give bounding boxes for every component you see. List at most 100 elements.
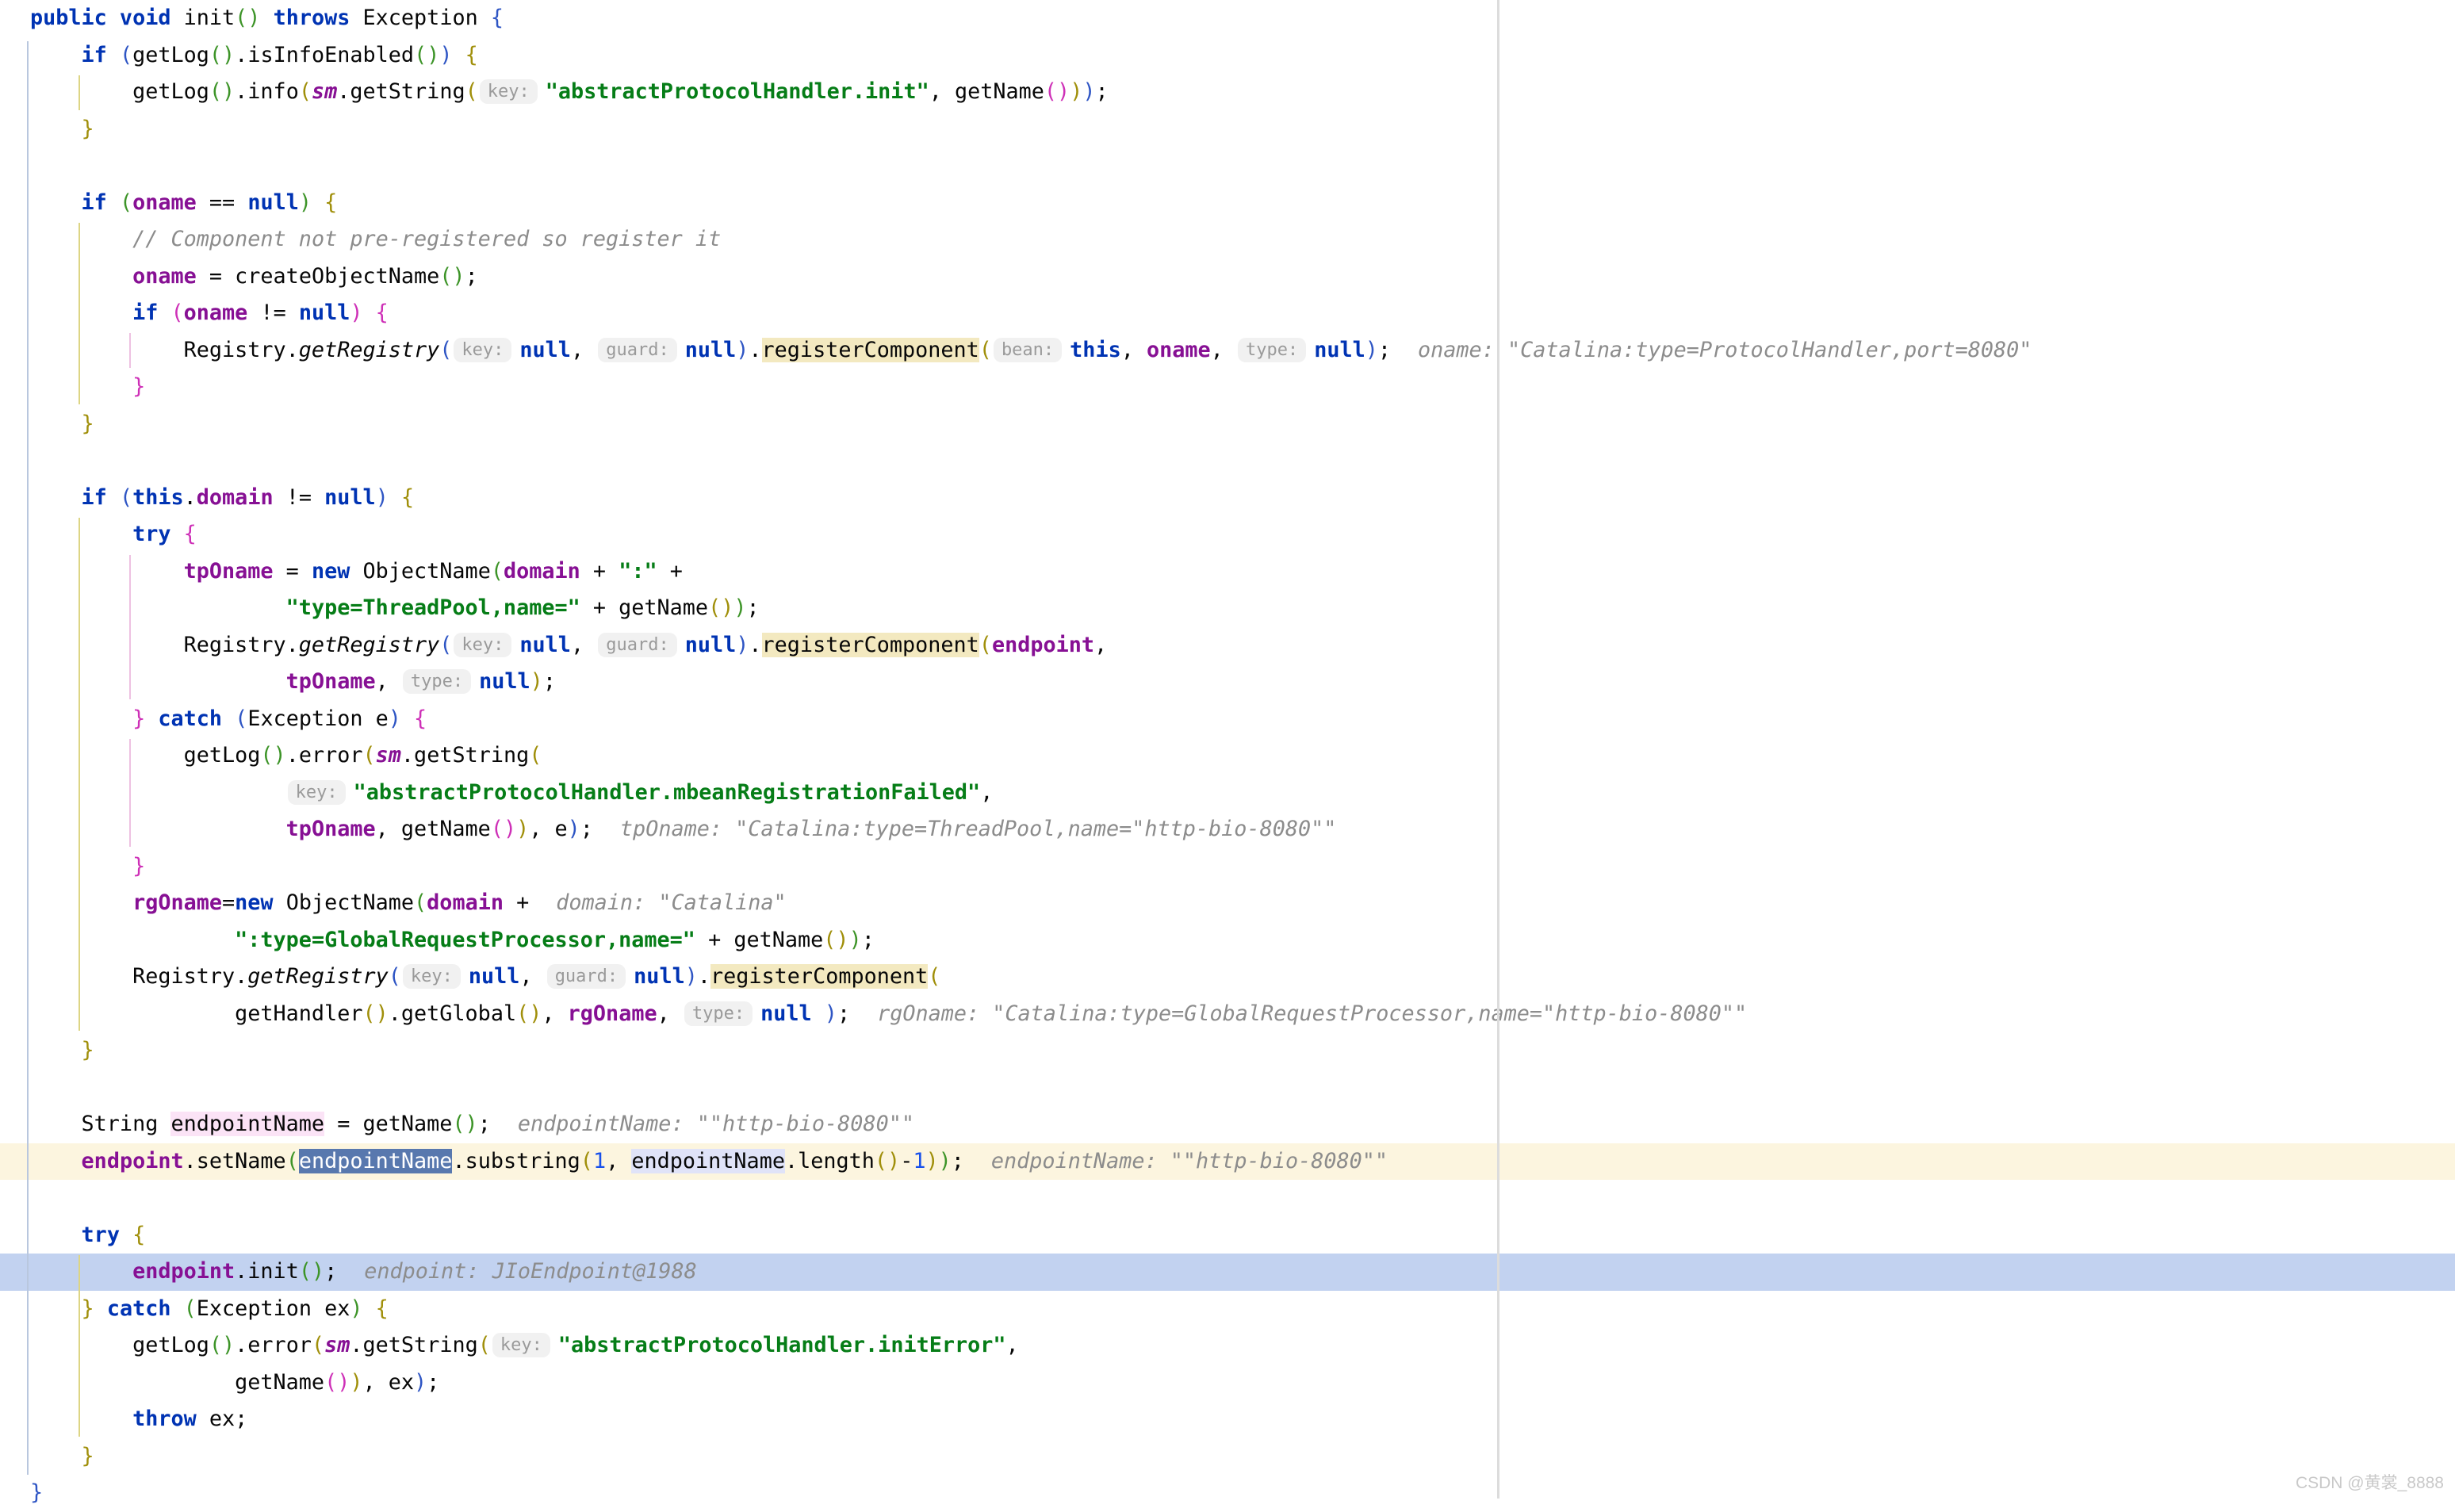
field-token: endpoint — [82, 1149, 184, 1173]
code-line-20[interactable]: } catch (Exception e) { — [0, 701, 2455, 738]
field-token: oname — [132, 190, 197, 215]
code-token: + — [504, 890, 529, 915]
code-line-2[interactable]: if (getLog().isInfoEnabled()) { — [0, 37, 2455, 75]
number-token: 1 — [913, 1149, 925, 1173]
code-line-15[interactable]: try { — [0, 516, 2455, 553]
bracket-token: () — [414, 43, 439, 67]
code-token — [30, 706, 132, 731]
code-token: ; — [1378, 338, 1391, 362]
bracket-token: ) — [350, 300, 362, 325]
bracket-token: () — [260, 743, 285, 767]
bracket-token: ) — [439, 43, 452, 67]
code-line-22[interactable]: key:"abstractProtocolHandler.mbeanRegist… — [0, 775, 2455, 812]
code-line-30[interactable] — [0, 1070, 2455, 1107]
code-token — [30, 1038, 82, 1062]
code-line-11[interactable]: } — [0, 369, 2455, 406]
code-area[interactable]: public void init() throws Exception { if… — [0, 0, 2455, 1512]
code-token — [30, 1296, 82, 1321]
bracket-token: { — [312, 190, 337, 215]
bracket-token: ( — [120, 190, 132, 215]
code-line-35[interactable]: endpoint.init();endpoint: JIoEndpoint@19… — [0, 1254, 2455, 1291]
code-token: getLog — [30, 79, 209, 104]
bracket-token: () — [1044, 79, 1070, 104]
code-token — [30, 928, 235, 952]
code-token: , — [376, 669, 401, 694]
bracket-token: () — [823, 928, 848, 952]
bracket-token: ) — [685, 964, 698, 989]
code-line-18[interactable]: Registry.getRegistry(key:null, guard:nul… — [0, 627, 2455, 664]
keyword-token: null — [685, 338, 737, 362]
bracket-token: ( — [299, 79, 312, 104]
code-line-13[interactable] — [0, 442, 2455, 480]
code-line-34[interactable]: try { — [0, 1217, 2455, 1254]
code-line-31[interactable]: String endpointName = getName();endpoint… — [0, 1106, 2455, 1143]
string-token: ":type=GlobalRequestProcessor,name=" — [235, 928, 695, 952]
code-line-4[interactable]: } — [0, 111, 2455, 148]
code-line-19[interactable]: tpOname, type:null); — [0, 664, 2455, 701]
code-token: .setName — [184, 1149, 286, 1173]
code-token — [30, 411, 82, 436]
code-line-33[interactable] — [0, 1180, 2455, 1217]
bracket-token: ) — [825, 1001, 837, 1026]
code-token: == — [197, 190, 248, 215]
code-line-39[interactable]: throw ex; — [0, 1401, 2455, 1438]
usage-highlight-identifier: registerComponent — [762, 338, 979, 362]
code-line-27[interactable]: Registry.getRegistry(key:null, guard:nul… — [0, 959, 2455, 996]
code-line-10[interactable]: Registry.getRegistry(key:null, guard:nul… — [0, 332, 2455, 369]
bracket-token: ( — [414, 890, 427, 915]
code-line-26[interactable]: ":type=GlobalRequestProcessor,name=" + g… — [0, 922, 2455, 959]
bracket-token: () — [235, 6, 260, 30]
bracket-token: ) — [376, 485, 389, 510]
code-line-3[interactable]: getLog().info(sm.getString(key:"abstract… — [0, 74, 2455, 111]
code-line-6[interactable]: if (oname == null) { — [0, 185, 2455, 222]
code-token: Exception — [363, 6, 491, 30]
code-line-41[interactable]: } — [0, 1475, 2455, 1512]
code-line-16[interactable]: tpOname = new ObjectName(domain + ":" + — [0, 553, 2455, 591]
keyword-token: null — [685, 633, 737, 657]
code-token: . — [698, 964, 710, 989]
code-token: - — [900, 1149, 913, 1173]
code-token — [30, 1407, 132, 1431]
code-line-23[interactable]: tpOname, getName()), e);tpOname: "Catali… — [0, 811, 2455, 848]
field-token: tpOname — [286, 669, 376, 694]
bracket-token: ) — [849, 928, 862, 952]
code-line-8[interactable]: oname = createObjectName(); — [0, 258, 2455, 296]
keyword-token: if — [82, 43, 120, 67]
code-line-28[interactable]: getHandler().getGlobal(), rgOname, type:… — [0, 996, 2455, 1033]
code-line-25[interactable]: rgOname=new ObjectName(domain +domain: "… — [0, 885, 2455, 922]
code-line-5[interactable] — [0, 147, 2455, 185]
bracket-token: ( — [529, 743, 542, 767]
bracket-token: () — [209, 43, 235, 67]
code-token: .getString — [401, 743, 529, 767]
code-line-38[interactable]: getName()), ex); — [0, 1365, 2455, 1402]
code-token: = getName — [324, 1112, 452, 1136]
code-token: . — [184, 485, 197, 510]
code-editor[interactable]: public void init() throws Exception { if… — [0, 0, 2455, 1499]
param-hint-chip: guard: — [598, 338, 676, 362]
code-token: , — [1121, 338, 1147, 362]
code-line-12[interactable]: } — [0, 406, 2455, 443]
code-line-36[interactable]: } catch (Exception ex) { — [0, 1291, 2455, 1328]
bracket-token: () — [452, 1112, 477, 1136]
debug-inline-value: endpointName: ""http-bio-8080"" — [991, 1149, 1388, 1173]
bracket-token: } — [82, 1296, 107, 1321]
code-line-9[interactable]: if (oname != null) { — [0, 295, 2455, 332]
code-line-24[interactable]: } — [0, 848, 2455, 886]
code-line-29[interactable]: } — [0, 1032, 2455, 1070]
code-line-7[interactable]: // Component not pre-registered so regis… — [0, 221, 2455, 258]
code-token: , — [1006, 1333, 1019, 1357]
code-line-1[interactable]: public void init() throws Exception { — [0, 0, 2455, 37]
code-line-21[interactable]: getLog().error(sm.getString( — [0, 737, 2455, 775]
code-line-32[interactable]: endpoint.setName(endpointName.substring(… — [0, 1143, 2455, 1181]
code-line-14[interactable]: if (this.domain != null) { — [0, 480, 2455, 517]
code-token: , getName — [376, 817, 491, 841]
code-token — [30, 1259, 132, 1284]
code-line-17[interactable]: "type=ThreadPool,name=" + getName()); — [0, 590, 2455, 627]
bracket-token: ) — [733, 595, 746, 620]
code-line-40[interactable]: } — [0, 1438, 2455, 1476]
bracket-token: ( — [465, 79, 478, 104]
bracket-token: ) — [414, 1370, 427, 1395]
code-line-37[interactable]: getLog().error(sm.getString(key:"abstrac… — [0, 1327, 2455, 1365]
debug-inline-value: domain: "Catalina" — [556, 890, 786, 915]
code-token — [30, 854, 132, 878]
